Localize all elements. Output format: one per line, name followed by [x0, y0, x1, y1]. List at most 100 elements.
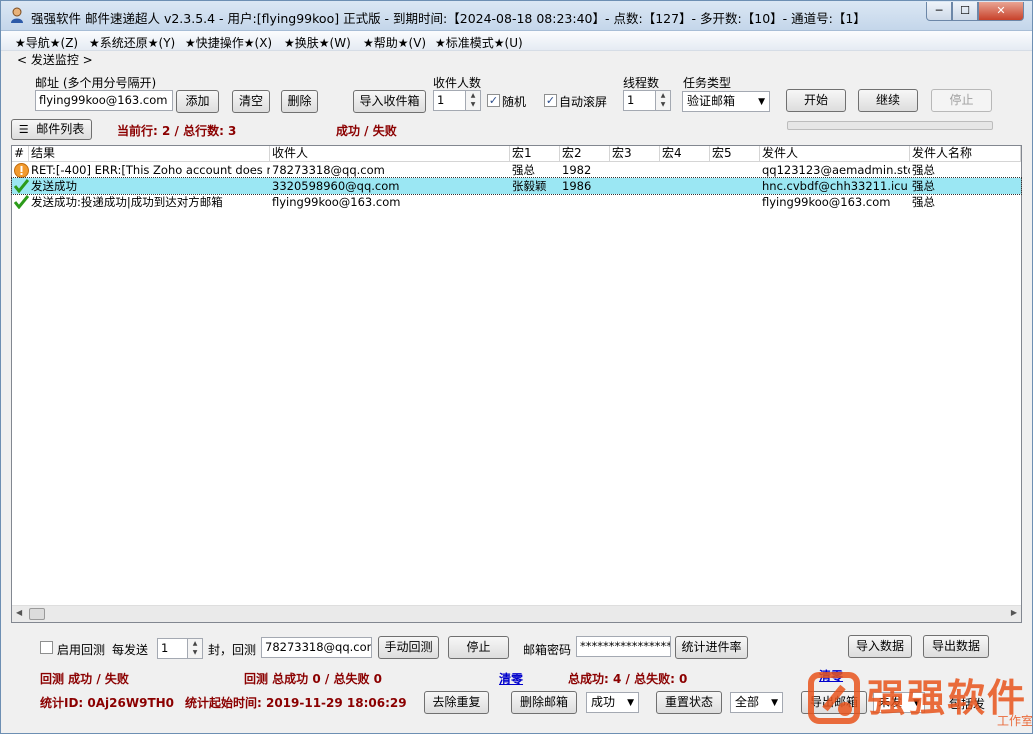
- col-header-macro3[interactable]: 宏3: [610, 146, 660, 162]
- menu-help[interactable]: ★帮助★(V): [363, 34, 426, 51]
- app-window: 强强软件 邮件速递超人 v2.3.5.4 - 用户:[flying99koo] …: [0, 0, 1033, 734]
- cell-macro1: 强总: [512, 163, 535, 177]
- cell-result: 发送成功:投递成功|成功到达对方邮箱: [31, 195, 223, 209]
- unit-label: 封，回测: [208, 643, 257, 657]
- table-row[interactable]: RET:[-400] ERR:[This Zoho account does n…: [12, 162, 1021, 178]
- cell-sender-name: 强总: [912, 163, 935, 177]
- cell-macro2: 1986: [562, 179, 592, 193]
- cell-result: 发送成功: [31, 179, 77, 193]
- window-title: 强强软件 邮件速递超人 v2.3.5.4 - 用户:[flying99koo] …: [31, 11, 866, 26]
- mail-list-label: 邮件列表: [36, 122, 85, 136]
- check-icon: [14, 179, 29, 193]
- email-label: 邮址 (多个用分号隔开): [35, 76, 157, 90]
- cell-recipient: 3320598960@qq.com: [272, 179, 400, 193]
- list-icon: ☰: [18, 123, 29, 136]
- email-input[interactable]: flying99koo@163.com: [35, 90, 173, 111]
- table-row-selected[interactable]: 发送成功 3320598960@qq.com 张毅颖 1986 hnc.cvbd…: [11, 177, 1022, 195]
- menu-system-restore[interactable]: ★系统还原★(Y): [89, 34, 175, 51]
- threads-spinner[interactable]: ▲ ▼: [656, 90, 671, 111]
- cell-macro1: 张毅颖: [512, 179, 547, 193]
- manual-test-button[interactable]: 手动回测: [378, 636, 439, 659]
- filter-select[interactable]: 成功 ▼: [586, 692, 639, 713]
- clear-button[interactable]: 清空: [232, 90, 270, 113]
- dedupe-button[interactable]: 去除重复: [424, 691, 489, 714]
- test-stop-button[interactable]: 停止: [448, 636, 509, 659]
- recipients-input[interactable]: 1: [433, 90, 466, 111]
- watermark-sub: 工作室: [997, 714, 1033, 728]
- minimize-button[interactable]: ─: [926, 2, 952, 21]
- chevron-down-icon: ▼: [771, 698, 778, 708]
- stats-button[interactable]: 统计进件率: [675, 636, 748, 659]
- col-header-index[interactable]: #: [12, 146, 29, 162]
- menu-bar: ★导航★(Z) ★系统还原★(Y) ★快捷操作★(X) ★换肤★(W) ★帮助★…: [1, 31, 1032, 51]
- random-checkbox[interactable]: ✓: [487, 94, 500, 107]
- maximize-button[interactable]: ☐: [952, 2, 978, 21]
- total-status: 总成功: 4 / 总失败: 0: [568, 672, 688, 686]
- recipients-label: 收件人数: [433, 76, 482, 90]
- progress-bar: [787, 121, 993, 130]
- add-button[interactable]: 添加: [176, 90, 219, 113]
- recipients-spinner[interactable]: ▲ ▼: [466, 90, 481, 111]
- cell-sender-name: 强总: [912, 195, 935, 209]
- scroll-right-icon[interactable]: ▶: [1011, 608, 1017, 617]
- current-row-status: 当前行: 2 / 总行数: 3: [117, 124, 237, 138]
- import-data-button[interactable]: 导入数据: [848, 635, 912, 658]
- tasktype-label: 任务类型: [683, 76, 732, 90]
- stat-start-time: 统计起始时间: 2019-11-29 18:06:29: [185, 696, 407, 710]
- title-bar: 强强软件 邮件速递超人 v2.3.5.4 - 用户:[flying99koo] …: [1, 1, 1032, 31]
- start-button[interactable]: 开始: [786, 89, 846, 112]
- cell-macro2: 1982: [562, 163, 592, 177]
- export-data-button[interactable]: 导出数据: [923, 635, 989, 658]
- clear-test-link[interactable]: 清零: [499, 670, 523, 687]
- scope-select[interactable]: 全部 ▼: [730, 692, 783, 713]
- horizontal-scrollbar[interactable]: ◀ ▶: [12, 605, 1021, 622]
- autoscroll-checkbox[interactable]: ✓: [544, 94, 557, 107]
- delete-button[interactable]: 删除: [281, 90, 318, 113]
- cell-sender: hnc.cvbdf@chh33211.icu: [762, 179, 908, 193]
- chevron-down-icon: ▼: [627, 698, 634, 708]
- menu-standard-mode[interactable]: ★标准模式★(U): [435, 34, 523, 51]
- breadcrumb[interactable]: < 发送监控 >: [17, 51, 93, 68]
- col-header-macro2[interactable]: 宏2: [560, 146, 610, 162]
- import-recipients-button[interactable]: 导入收件箱: [353, 90, 426, 113]
- cell-sender: qq123123@aemadmin.store: [762, 163, 910, 177]
- scope-value: 全部: [735, 695, 760, 709]
- col-header-sender-name[interactable]: 发件人名称: [910, 146, 1021, 162]
- filter-value: 成功: [591, 695, 616, 709]
- col-header-macro4[interactable]: 宏4: [660, 146, 710, 162]
- every-label: 每发送: [112, 643, 149, 657]
- menu-quick-ops[interactable]: ★快捷操作★(X): [185, 34, 272, 51]
- tasktype-select[interactable]: 验证邮箱 ▼: [682, 91, 770, 112]
- close-button[interactable]: ✕: [978, 2, 1024, 21]
- every-spinner[interactable]: ▲ ▼: [188, 638, 203, 659]
- brand-watermark: 强强软件 工作室: [801, 665, 1033, 733]
- user-icon: [11, 7, 23, 23]
- delete-mailbox-button[interactable]: 删除邮箱: [511, 691, 577, 714]
- cell-sender: flying99koo@163.com: [762, 195, 891, 209]
- col-header-macro1[interactable]: 宏1: [510, 146, 560, 162]
- col-header-result[interactable]: 结果: [29, 146, 270, 162]
- mail-list-table[interactable]: # 结果 收件人 宏1 宏2 宏3 宏4 宏5 发件人 发件人名称 RET:[-…: [11, 145, 1022, 623]
- col-header-recipient[interactable]: 收件人: [270, 146, 510, 162]
- enable-test-checkbox[interactable]: [40, 641, 53, 654]
- stat-id: 统计ID: 0Aj26W9TH0: [40, 696, 175, 710]
- password-input[interactable]: ****************: [576, 636, 671, 657]
- reset-status-button[interactable]: 重置状态: [656, 691, 722, 714]
- continue-button[interactable]: 继续: [858, 89, 918, 112]
- table-row[interactable]: 发送成功:投递成功|成功到达对方邮箱 flying99koo@163.com f…: [12, 194, 1021, 210]
- menu-navigate[interactable]: ★导航★(Z): [15, 34, 78, 51]
- brand-logo-icon: [808, 672, 860, 724]
- menu-skin[interactable]: ★换肤★(W): [284, 34, 351, 51]
- threads-input[interactable]: 1: [623, 90, 656, 111]
- enable-test-label: 启用回测: [57, 643, 106, 657]
- cell-recipient: 78273318@qq.com: [272, 163, 385, 177]
- col-header-sender[interactable]: 发件人: [760, 146, 910, 162]
- stop-button[interactable]: 停止: [931, 89, 992, 112]
- mail-list-button[interactable]: ☰ 邮件列表: [11, 119, 92, 140]
- cell-sender-name: 强总: [912, 179, 935, 193]
- test-email-input[interactable]: 78273318@qq.com: [261, 637, 372, 658]
- every-input[interactable]: 1: [157, 638, 188, 659]
- scroll-left-icon[interactable]: ◀: [16, 608, 22, 617]
- col-header-macro5[interactable]: 宏5: [710, 146, 760, 162]
- scroll-thumb[interactable]: [29, 608, 45, 620]
